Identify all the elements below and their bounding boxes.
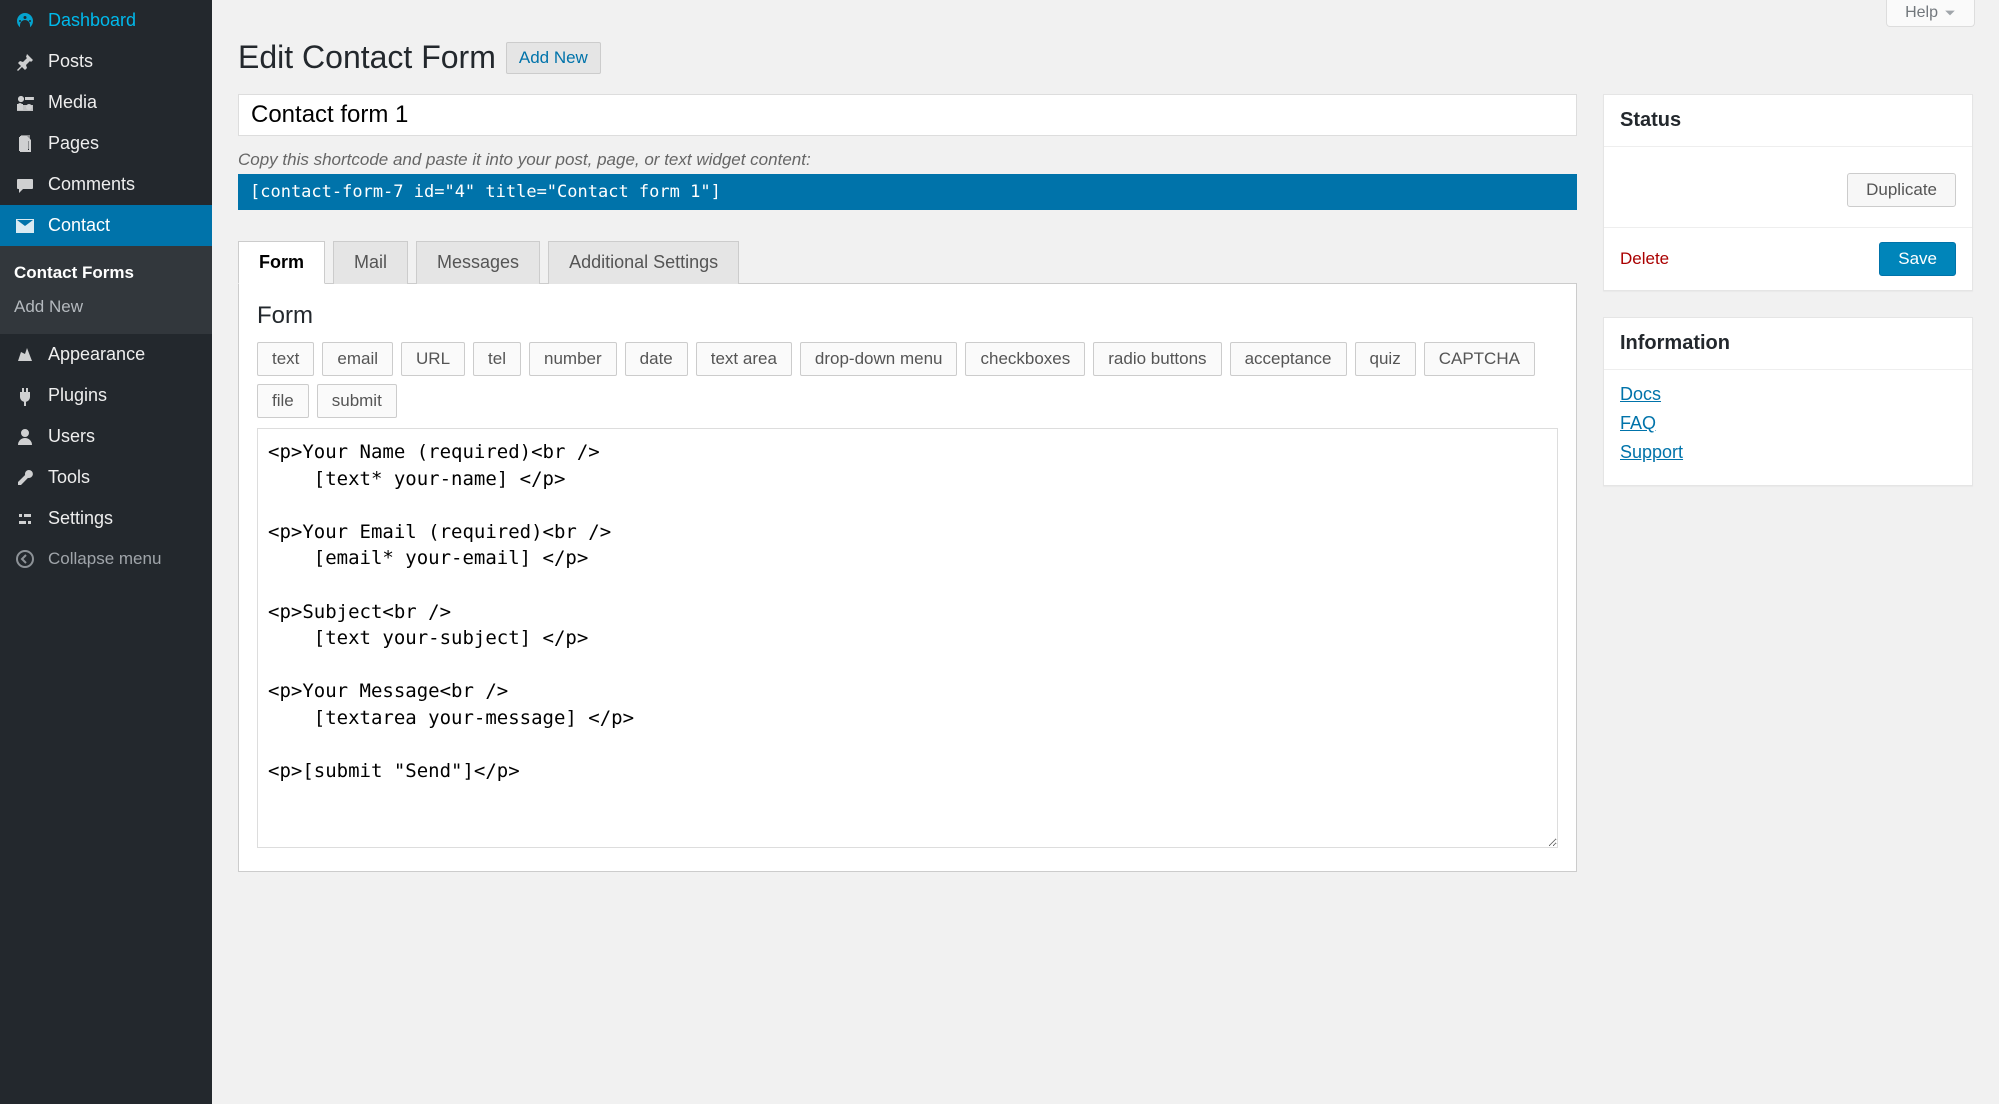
form-title-input[interactable] [238,94,1577,136]
tab-additional-settings[interactable]: Additional Settings [548,241,739,284]
appearance-icon [12,345,38,365]
tag-btn-acceptance[interactable]: acceptance [1230,342,1347,376]
shortcode-hint: Copy this shortcode and paste it into yo… [238,150,1577,170]
sidebar-subitem-add-new[interactable]: Add New [0,290,212,324]
help-tab[interactable]: Help [1886,0,1975,27]
sidebar-item-settings[interactable]: Settings [0,498,212,539]
delete-link[interactable]: Delete [1620,249,1669,269]
sidebar-item-label: Posts [48,51,93,72]
collapse-icon [12,549,38,569]
sidebar-item-posts[interactable]: Posts [0,41,212,82]
admin-sidebar: Dashboard Posts Media Pages Comments Con… [0,0,212,1104]
info-link-docs[interactable]: Docs [1620,384,1956,405]
sidebar-item-comments[interactable]: Comments [0,164,212,205]
sidebar-item-tools[interactable]: Tools [0,457,212,498]
sidebar-item-dashboard[interactable]: Dashboard [0,0,212,41]
sidebar-item-plugins[interactable]: Plugins [0,375,212,416]
status-box: Status Duplicate Delete Save [1603,94,1973,291]
sidebar-item-label: Appearance [48,344,145,365]
sidebar-submenu: Contact Forms Add New [0,246,212,334]
tag-generator-buttons: text email URL tel number date text area… [257,342,1558,418]
save-button[interactable]: Save [1879,242,1956,276]
pin-icon [12,52,38,72]
tag-btn-file[interactable]: file [257,384,309,418]
help-label: Help [1905,4,1938,22]
tab-mail[interactable]: Mail [333,241,408,284]
sidebar-item-label: Contact [48,215,110,236]
sidebar-collapse[interactable]: Collapse menu [0,539,212,579]
sidebar-item-label: Pages [48,133,99,154]
info-link-support[interactable]: Support [1620,442,1956,463]
sidebar-item-label: Settings [48,508,113,529]
sidebar-item-label: Media [48,92,97,113]
sidebar-item-label: Tools [48,467,90,488]
dashboard-icon [12,11,38,31]
sidebar-item-contact[interactable]: Contact [0,205,212,246]
tag-btn-captcha[interactable]: CAPTCHA [1424,342,1535,376]
tag-btn-number[interactable]: number [529,342,617,376]
tag-btn-checkboxes[interactable]: checkboxes [965,342,1085,376]
add-new-button[interactable]: Add New [506,42,601,74]
sidebar-item-users[interactable]: Users [0,416,212,457]
tag-btn-url[interactable]: URL [401,342,465,376]
sidebar-item-label: Comments [48,174,135,195]
sidebar-item-media[interactable]: Media [0,82,212,123]
users-icon [12,427,38,447]
information-box-title: Information [1604,318,1972,370]
page-title: Edit Contact Form [238,39,496,76]
sidebar-item-label: Users [48,426,95,447]
form-panel-title: Form [257,302,1558,330]
mail-icon [12,216,38,236]
sidebar-subitem-contact-forms[interactable]: Contact Forms [0,256,212,290]
form-content-textarea[interactable] [257,428,1558,848]
form-panel: Form text email URL tel number date text… [238,284,1577,872]
tag-btn-email[interactable]: email [322,342,393,376]
media-icon [12,93,38,113]
tag-btn-text[interactable]: text [257,342,314,376]
pages-icon [12,134,38,154]
comments-icon [12,175,38,195]
main-content: Help Edit Contact Form Add New Copy this… [212,0,1999,1104]
tools-icon [12,468,38,488]
tab-messages[interactable]: Messages [416,241,540,284]
sidebar-item-label: Collapse menu [48,549,161,569]
duplicate-button[interactable]: Duplicate [1847,173,1956,207]
chevron-down-icon [1944,7,1956,19]
tag-btn-tel[interactable]: tel [473,342,521,376]
sidebar-item-label: Dashboard [48,10,136,31]
information-box: Information Docs FAQ Support [1603,317,1973,486]
tag-btn-textarea[interactable]: text area [696,342,792,376]
settings-icon [12,509,38,529]
sidebar-item-pages[interactable]: Pages [0,123,212,164]
tag-btn-submit[interactable]: submit [317,384,397,418]
tab-form[interactable]: Form [238,241,325,284]
shortcode-box[interactable]: [contact-form-7 id="4" title="Contact fo… [238,174,1577,210]
status-box-title: Status [1604,95,1972,147]
sidebar-item-appearance[interactable]: Appearance [0,334,212,375]
info-link-faq[interactable]: FAQ [1620,413,1956,434]
tag-btn-date[interactable]: date [625,342,688,376]
sidebar-item-label: Plugins [48,385,107,406]
tag-btn-radio[interactable]: radio buttons [1093,342,1221,376]
plugins-icon [12,386,38,406]
editor-tabs: Form Mail Messages Additional Settings [238,240,1577,284]
tag-btn-dropdown[interactable]: drop-down menu [800,342,958,376]
tag-btn-quiz[interactable]: quiz [1355,342,1416,376]
